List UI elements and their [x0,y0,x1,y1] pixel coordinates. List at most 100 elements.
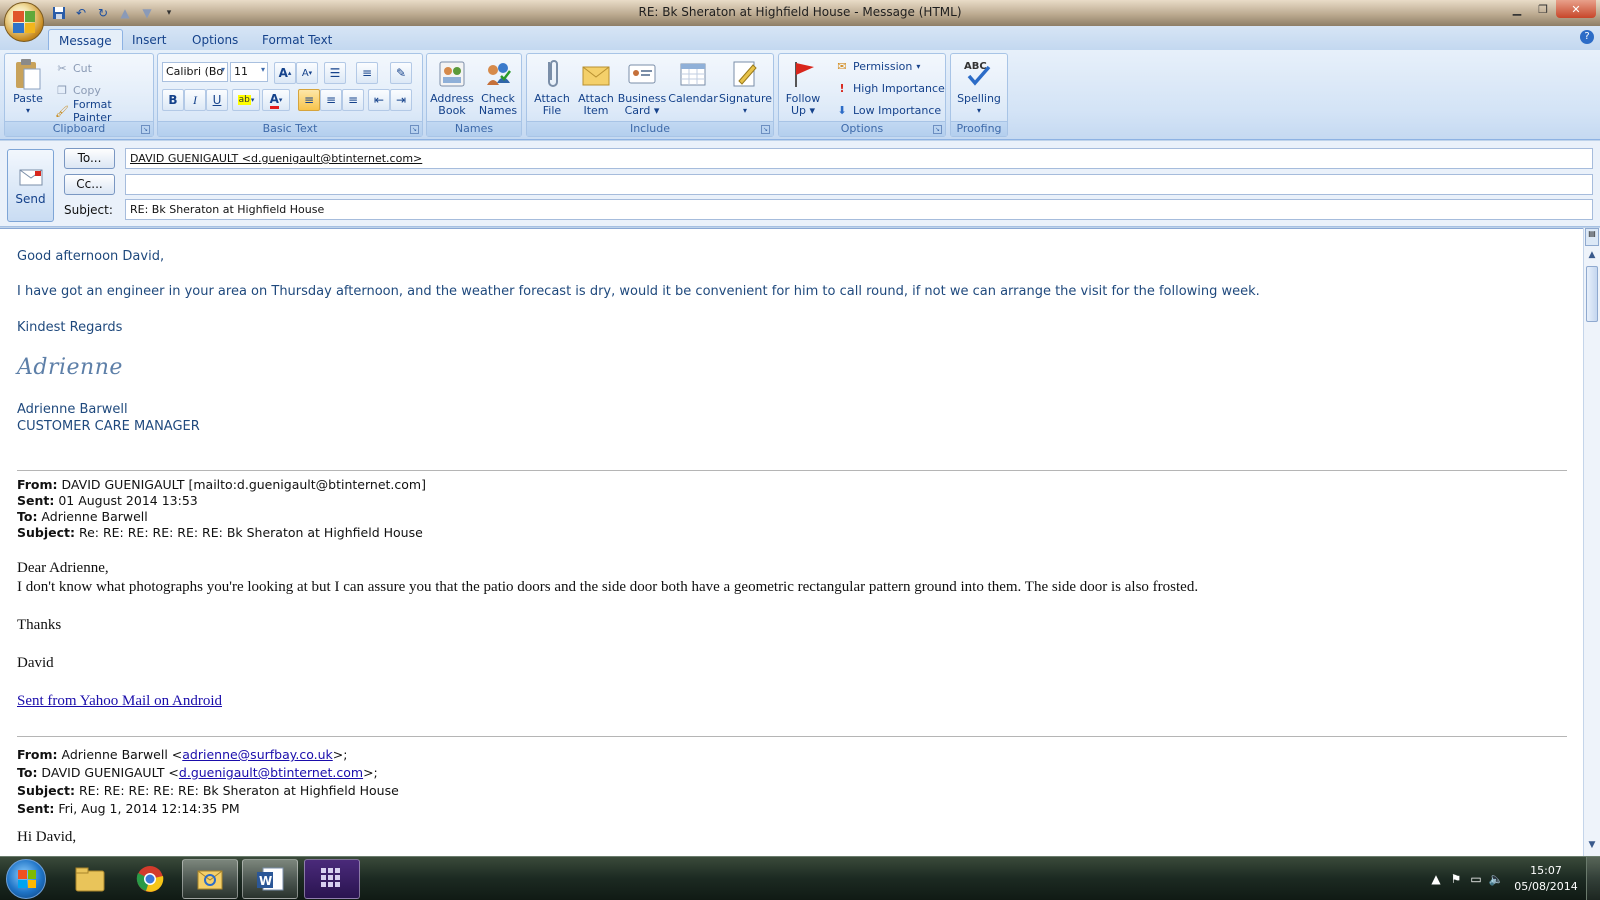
tab-insert[interactable]: Insert [122,29,176,50]
clock-time: 15:07 [1530,864,1562,877]
scroll-up-icon[interactable]: ▲ [1584,250,1600,264]
high-importance-button[interactable]: ! High Importance [835,78,944,98]
flag-icon [787,58,819,90]
cc-field[interactable] [125,174,1593,195]
office-button[interactable] [4,2,44,42]
business-card-label-2: Card ▾ [624,104,660,117]
scrollbar-thumb[interactable] [1586,266,1598,322]
minimize-icon[interactable]: ▁ [1504,0,1530,18]
quote1-sent: Sent: 01 August 2014 13:53 [17,493,198,508]
spellcheck-icon: ABC [963,58,995,90]
decrease-indent-button[interactable]: ⇤ [368,89,390,111]
follow-up-button[interactable]: Follow Up ▾ [781,56,825,120]
include-group-label: Include [527,121,773,136]
paintbrush-icon: 🖌 [55,104,69,118]
copy-label: Copy [73,83,101,97]
font-name-value: Calibri (Bo [166,65,224,78]
grid-app-taskbar-icon[interactable] [304,859,360,899]
address-book-button[interactable]: Address Book [429,56,475,120]
font-name-box[interactable]: Calibri (Bo ▾ [162,62,228,82]
align-left-button[interactable]: ≡ [298,89,320,111]
underline-button[interactable]: U [206,89,228,111]
shrink-font-button[interactable]: A ▾ [296,62,318,84]
scissors-icon: ✂ [57,61,67,75]
ribbon-tabs: Message Insert Options Format Text [0,26,1600,50]
quote2-to: To: DAVID GUENIGAULT <d.guenigault@btint… [17,765,378,780]
font-color-button[interactable]: A ▾ [262,89,290,111]
clipboard-launcher-icon[interactable]: ↘ [141,125,150,134]
align-right-button[interactable]: ≡ [342,89,364,111]
business-card-button[interactable]: Business Card ▾ [617,56,667,120]
bullets-button[interactable]: ☰ [324,62,346,84]
to-field[interactable]: DAVID GUENIGAULT <d.guenigault@btinterne… [125,148,1593,169]
italic-button[interactable]: I [184,89,206,111]
from-email-link[interactable]: adrienne@surfbay.co.uk [182,747,333,762]
word-taskbar-icon[interactable]: W [242,859,298,899]
to-email-link[interactable]: d.guenigault@btinternet.com [179,765,363,780]
permission-button[interactable]: ✉ Permission ▾ [835,56,920,76]
help-icon[interactable]: ? [1580,30,1594,44]
window-controls: ▁ ❐ ✕ [1504,0,1596,18]
include-launcher-icon[interactable]: ↘ [761,125,770,134]
font-size-box[interactable]: 11 ▾ [230,62,268,82]
align-center-button[interactable]: ≡ [320,89,342,111]
restore-icon[interactable]: ❐ [1530,0,1556,18]
attach-item-button[interactable]: Attach Item [573,56,619,120]
windows-logo-icon [18,870,36,888]
permission-label: Permission [853,59,913,73]
tab-format-text[interactable]: Format Text [252,29,342,50]
volume-icon[interactable]: 🔈 [1486,872,1506,886]
close-icon[interactable]: ✕ [1556,0,1596,18]
clock[interactable]: 15:07 05/08/2014 [1506,863,1586,895]
to-button[interactable]: To... [64,148,115,169]
tab-options[interactable]: Options [182,29,248,50]
paste-button[interactable]: Paste ▾ [7,56,49,120]
numbering-button[interactable]: ≡ [356,62,378,84]
divider [17,736,1567,737]
cut-label: Cut [73,61,92,75]
cc-button[interactable]: Cc... [64,174,115,195]
spelling-button[interactable]: ABC Spelling ▾ [955,56,1003,120]
vertical-scrollbar[interactable]: ▤ ▲ ▼ [1583,228,1600,856]
copy-button[interactable]: ❐ Copy [55,80,101,100]
options-launcher-icon[interactable]: ↘ [933,125,942,134]
show-hidden-icons-icon[interactable]: ▲ [1426,872,1446,886]
window-title: RE: Bk Sheraton at Highfield House - Mes… [638,5,962,19]
action-center-flag-icon[interactable]: ⚑ [1446,872,1466,886]
network-icon[interactable]: ▭ [1466,872,1486,886]
font-name-dropdown-icon: ▾ [220,65,225,74]
send-button[interactable]: Send [7,149,54,222]
subject-field[interactable]: RE: Bk Sheraton at Highfield House [125,199,1593,220]
ruler-toggle-icon[interactable]: ▤ [1585,228,1599,246]
start-button[interactable] [6,859,46,899]
signature-button[interactable]: Signature ▾ [719,56,772,120]
tab-message[interactable]: Message [48,29,123,50]
clear-formatting-button[interactable]: ✎ [390,62,412,84]
low-importance-button[interactable]: ⬇ Low Importance [835,100,941,120]
check-names-label-2: Names [478,104,518,117]
yahoo-mail-link[interactable]: Sent from Yahoo Mail on Android [17,693,222,710]
scroll-down-icon[interactable]: ▼ [1584,840,1600,854]
bold-button[interactable]: B [162,89,184,111]
check-names-button[interactable]: Check Names [475,56,521,120]
highlight-button[interactable]: ab ▾ [232,89,260,111]
title-bar: ↶ ↻ ▲ ▼ ▾ RE: Bk Sheraton at Highfield H… [0,0,1600,26]
attach-file-button[interactable]: Attach File [529,56,575,120]
show-desktop-button[interactable] [1586,857,1600,900]
body-paragraph: I have got an engineer in your area on T… [17,284,1260,299]
explorer-taskbar-icon[interactable] [62,859,118,899]
permission-icon: ✉ [837,59,847,73]
basic-text-launcher-icon[interactable]: ↘ [410,125,419,134]
increase-indent-button[interactable]: ⇥ [390,89,412,111]
format-painter-button[interactable]: 🖌 Format Painter [55,98,153,124]
signature-script: Adrienne [17,355,123,380]
spelling-label: Spelling [957,92,1001,105]
chrome-taskbar-icon[interactable] [122,859,178,899]
outlook-taskbar-icon[interactable] [182,859,238,899]
cut-button[interactable]: ✂ Cut [55,58,92,78]
quote1-to: To: Adrienne Barwell [17,509,148,524]
body-closing: Kindest Regards [17,320,123,335]
low-importance-label: Low Importance [853,103,942,117]
calendar-button[interactable]: Calendar [667,56,719,120]
grow-font-button[interactable]: A ▴ [274,62,296,84]
